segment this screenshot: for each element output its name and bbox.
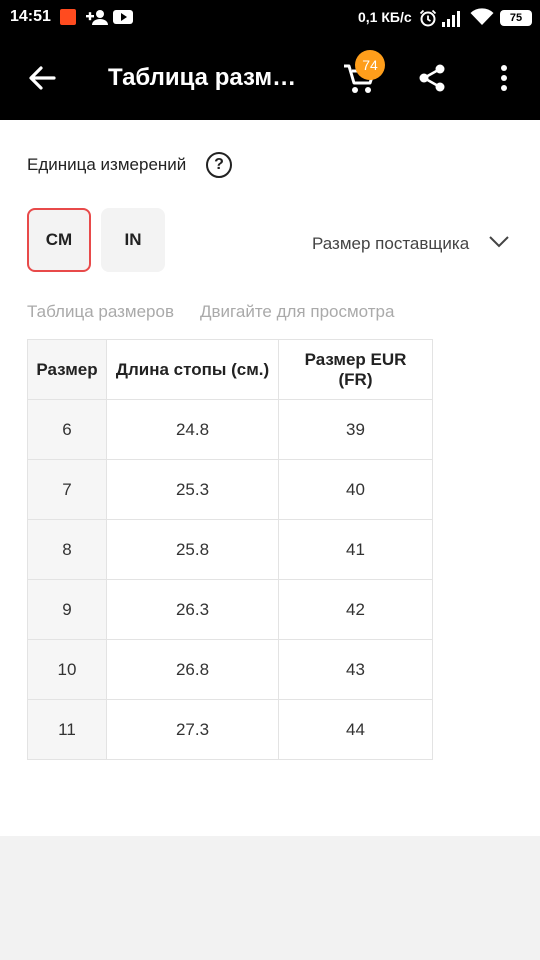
unit-in-button[interactable]: IN bbox=[101, 208, 165, 272]
youtube-icon bbox=[113, 10, 133, 24]
table-row: 8 25.8 41 bbox=[27, 519, 433, 580]
add-person-icon bbox=[86, 10, 108, 25]
network-speed: 0,1 КБ/с bbox=[358, 9, 412, 25]
signal-icon bbox=[442, 11, 460, 27]
size-table[interactable]: Размер Длина стопы (см.) Размер EUR (FR)… bbox=[27, 339, 433, 760]
app-bar: Таблица размеров 74 bbox=[0, 36, 540, 120]
table-title: Таблица размеров bbox=[27, 302, 174, 321]
cell-foot-length: 25.3 bbox=[106, 459, 279, 520]
cell-size: 7 bbox=[27, 459, 107, 520]
alarm-icon bbox=[419, 9, 437, 27]
cell-size: 10 bbox=[27, 639, 107, 700]
cart-count-badge: 74 bbox=[355, 50, 385, 80]
cell-size: 9 bbox=[27, 579, 107, 640]
header-eur-size: Размер EUR (FR) bbox=[278, 339, 433, 400]
unit-label: Единица измерений bbox=[27, 155, 187, 174]
cell-foot-length: 27.3 bbox=[106, 699, 279, 760]
more-options-icon[interactable] bbox=[490, 62, 518, 94]
cell-size: 6 bbox=[27, 399, 107, 460]
table-row: 7 25.3 40 bbox=[27, 459, 433, 520]
cell-eur-size: 41 bbox=[278, 519, 433, 580]
share-icon[interactable] bbox=[416, 62, 448, 94]
chevron-down-icon[interactable] bbox=[488, 234, 510, 250]
cell-eur-size: 44 bbox=[278, 699, 433, 760]
size-chart-panel: Единица измерений ? CM IN Размер поставщ… bbox=[0, 120, 540, 836]
table-row: 11 27.3 44 bbox=[27, 699, 433, 760]
table-row: 6 24.8 39 bbox=[27, 399, 433, 460]
cell-size: 11 bbox=[27, 699, 107, 760]
cell-eur-size: 39 bbox=[278, 399, 433, 460]
back-arrow-icon[interactable] bbox=[22, 58, 62, 98]
cell-eur-size: 40 bbox=[278, 459, 433, 520]
page-title: Таблица размеров bbox=[108, 64, 308, 91]
cell-foot-length: 25.8 bbox=[106, 519, 279, 580]
cell-size: 8 bbox=[27, 519, 107, 580]
header-size: Размер bbox=[27, 339, 107, 400]
cell-foot-length: 24.8 bbox=[106, 399, 279, 460]
cell-eur-size: 43 bbox=[278, 639, 433, 700]
status-time: 14:51 bbox=[10, 8, 51, 25]
battery-icon: 75 bbox=[500, 10, 532, 26]
aliexpress-notification-icon bbox=[60, 9, 76, 25]
table-header-row: Размер Длина стопы (см.) Размер EUR (FR) bbox=[27, 339, 433, 400]
wifi-icon bbox=[470, 8, 494, 25]
cell-foot-length: 26.3 bbox=[106, 579, 279, 640]
scroll-hint: Двигайте для просмотра bbox=[200, 302, 395, 321]
help-icon[interactable]: ? bbox=[206, 152, 232, 178]
unit-cm-button[interactable]: CM bbox=[27, 208, 91, 272]
supplier-size-dropdown[interactable]: Размер поставщика bbox=[312, 234, 469, 254]
cell-eur-size: 42 bbox=[278, 579, 433, 640]
cell-foot-length: 26.8 bbox=[106, 639, 279, 700]
header-foot-length: Длина стопы (см.) bbox=[106, 339, 279, 400]
table-row: 10 26.8 43 bbox=[27, 639, 433, 700]
table-row: 9 26.3 42 bbox=[27, 579, 433, 640]
status-bar: 14:51 0,1 КБ/с 75 bbox=[0, 0, 540, 36]
